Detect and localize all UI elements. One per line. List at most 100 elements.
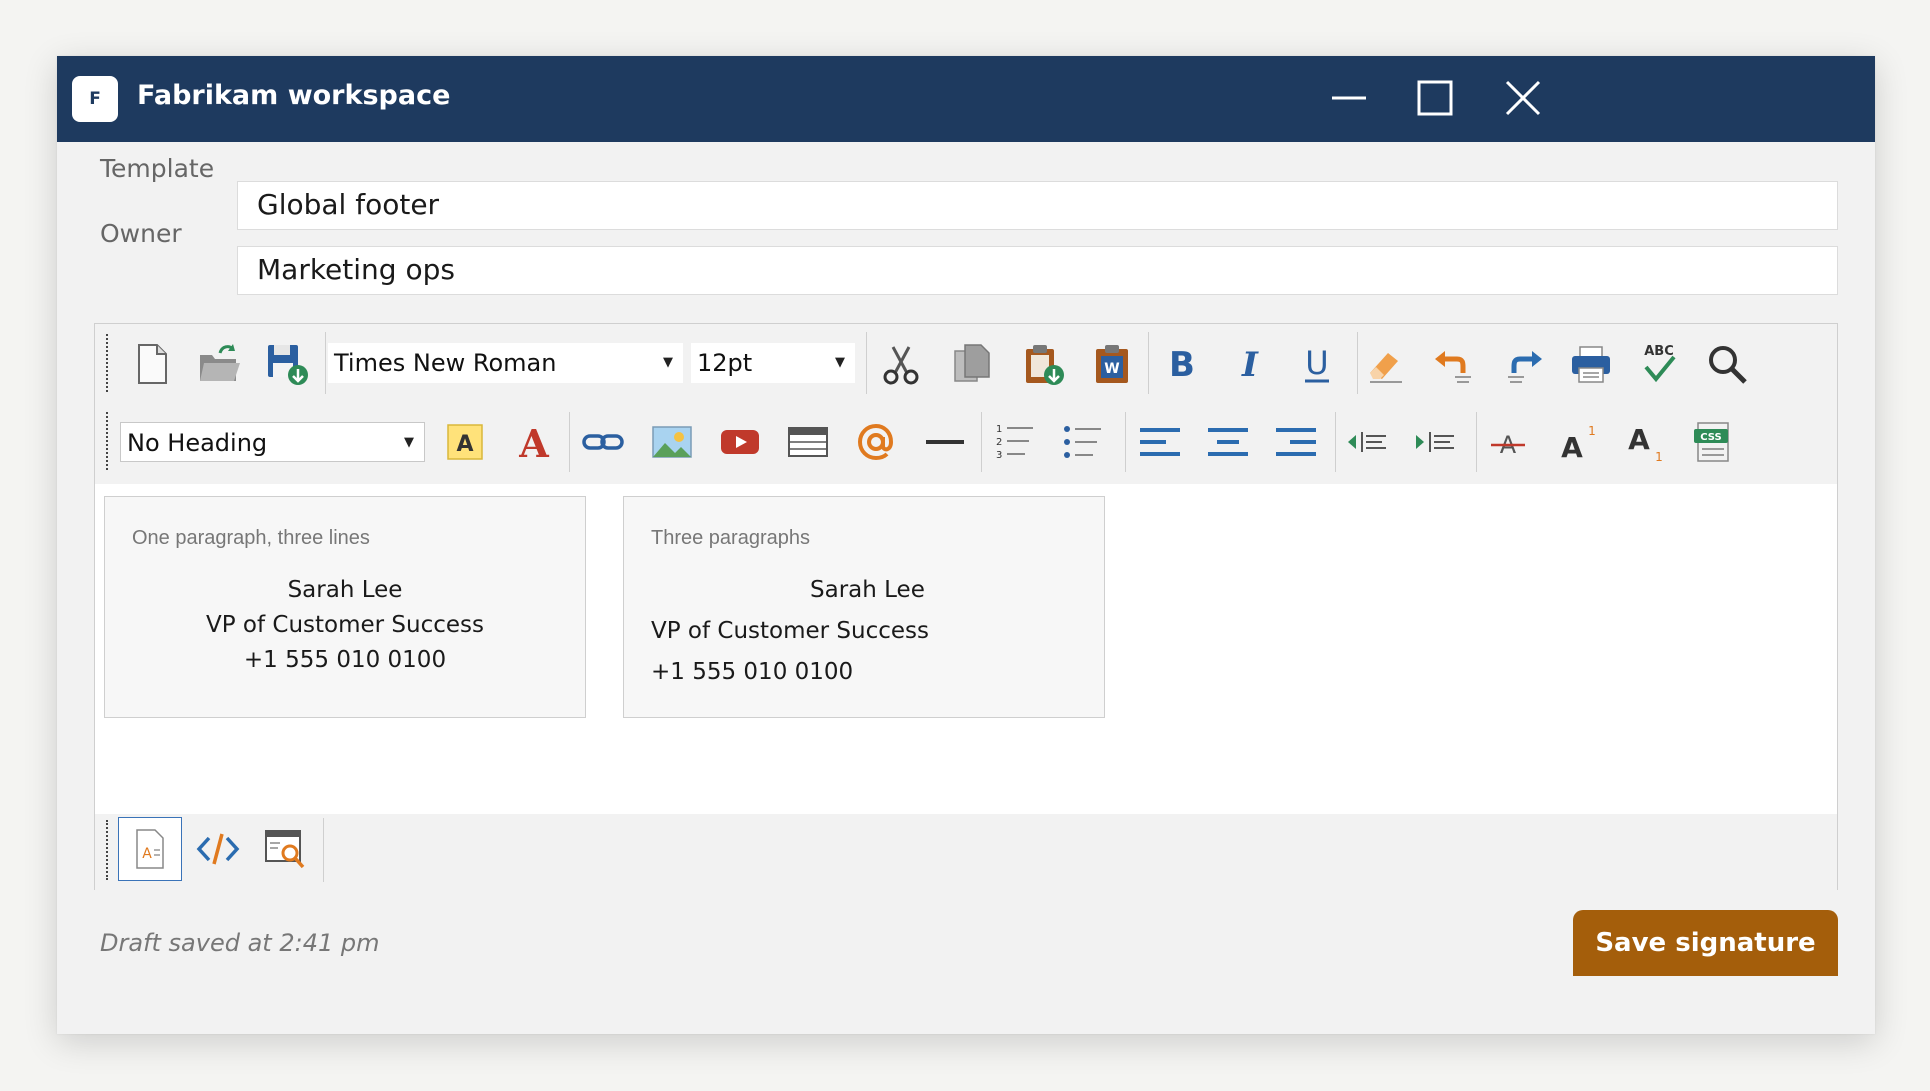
css-class-button[interactable]: CSS (1689, 418, 1737, 466)
status-text: Draft saved at 2:41 pm (100, 929, 380, 957)
toolbar-grip[interactable] (106, 412, 108, 470)
align-right-button[interactable] (1272, 418, 1320, 466)
redo-button[interactable] (1499, 340, 1547, 388)
close-button[interactable] (1499, 74, 1547, 122)
new-document-button[interactable] (128, 340, 176, 388)
align-center-icon (1208, 428, 1248, 456)
numbered-list-button[interactable]: 1 2 3 (990, 418, 1038, 466)
undo-button[interactable] (1430, 340, 1478, 388)
outdent-button[interactable] (1343, 418, 1391, 466)
font-size-select[interactable]: 12pt ▼ (691, 343, 855, 383)
code-icon (196, 833, 240, 865)
design-mode-button[interactable]: A (118, 817, 182, 881)
window-title: Fabrikam workspace (137, 80, 451, 111)
font-color-button[interactable]: A (510, 418, 558, 466)
insert-image-button[interactable] (648, 418, 696, 466)
title-bar: F Fabrikam workspace (57, 56, 1875, 142)
minimize-icon (1332, 96, 1366, 100)
card-line-phone: +1 555 010 0100 (651, 659, 854, 685)
font-family-select[interactable]: Times New Roman ▼ (328, 343, 683, 383)
print-button[interactable] (1567, 340, 1615, 388)
maximize-button[interactable] (1411, 74, 1459, 122)
insert-link-button[interactable] (579, 418, 627, 466)
at-sign-icon (857, 423, 894, 461)
underline-button[interactable]: U (1293, 340, 1341, 388)
bullet-list-button[interactable] (1058, 418, 1106, 466)
bold-button[interactable]: B (1158, 340, 1206, 388)
link-icon (582, 434, 624, 450)
svg-text:2: 2 (996, 437, 1002, 448)
insert-table-button[interactable] (784, 418, 832, 466)
cut-button[interactable] (877, 340, 925, 388)
insert-video-button[interactable] (716, 418, 764, 466)
highlight-glyph: A (456, 432, 473, 457)
card-caption: Three paragraphs (651, 527, 810, 549)
subscript-button[interactable]: A 1 (1620, 418, 1668, 466)
copy-icon (954, 344, 990, 382)
find-button[interactable] (1703, 340, 1751, 388)
minimize-button[interactable] (1325, 74, 1373, 122)
horizontal-rule-button[interactable] (921, 418, 969, 466)
printer-icon (1572, 346, 1610, 383)
toolbar-separator (981, 412, 982, 472)
heading-value: No Heading (127, 429, 268, 457)
chevron-down-icon: ▼ (835, 355, 845, 370)
spell-check-button[interactable]: ABC (1635, 340, 1683, 388)
bold-glyph: B (1169, 345, 1195, 385)
signature-card-2[interactable]: Three paragraphs Sarah Lee VP of Custome… (623, 496, 1105, 718)
insert-email-button[interactable] (852, 418, 900, 466)
bullet-list-icon (1064, 426, 1101, 458)
italic-button[interactable]: I (1226, 340, 1274, 388)
paste-button[interactable] (1019, 340, 1067, 388)
highlight-icon: A (447, 424, 483, 460)
search-icon (1709, 346, 1747, 384)
word-glyph: W (1104, 361, 1119, 377)
superscript-button[interactable]: A 1 (1553, 418, 1601, 466)
app-window: F Fabrikam workspace Template Global foo… (57, 56, 1875, 1034)
strikethrough-button[interactable]: A (1484, 418, 1532, 466)
svg-text:1: 1 (996, 424, 1002, 435)
save-signature-button[interactable]: Save signature (1573, 910, 1838, 976)
template-input[interactable]: Global footer (237, 181, 1838, 230)
align-left-icon (1140, 428, 1180, 456)
template-label: Template (100, 154, 215, 183)
owner-input[interactable]: Marketing ops (237, 246, 1838, 295)
toolbar-separator (1148, 332, 1149, 394)
svg-text:3: 3 (996, 450, 1002, 461)
copy-button[interactable] (948, 340, 996, 388)
clear-format-button[interactable] (1361, 340, 1409, 388)
align-center-button[interactable] (1204, 418, 1252, 466)
italic-icon: I (1241, 345, 1259, 385)
toolbar-separator (1335, 412, 1336, 472)
paste-from-word-button[interactable]: W (1089, 340, 1137, 388)
rich-text-editor: Times New Roman ▼ 12pt ▼ W B I U ABC No … (94, 323, 1838, 890)
editor-content[interactable]: One paragraph, three lines Sarah Lee VP … (95, 484, 1837, 814)
scissors-icon (883, 346, 919, 385)
card-line-name: Sarah Lee (287, 577, 403, 603)
subscript-icon: A 1 (1628, 423, 1663, 464)
heading-select[interactable]: No Heading ▼ (120, 422, 425, 462)
chevron-down-icon: ▼ (663, 355, 673, 370)
align-left-button[interactable] (1136, 418, 1184, 466)
toolbar-row-2: No Heading ▼ A A 1 2 3 A A 1 A 1 CSS (95, 402, 1837, 484)
indent-button[interactable] (1411, 418, 1459, 466)
app-logo: F (72, 76, 118, 122)
chevron-down-icon: ▼ (404, 435, 414, 450)
open-button[interactable] (195, 340, 243, 388)
font-size-value: 12pt (697, 349, 753, 377)
signature-card-1[interactable]: One paragraph, three lines Sarah Lee VP … (104, 496, 586, 718)
svg-text:A: A (142, 846, 152, 862)
highlight-color-button[interactable]: A (441, 418, 489, 466)
paste-clipboard-icon (1026, 345, 1064, 385)
table-icon (788, 427, 828, 457)
toolbar-separator (569, 412, 570, 472)
save-button[interactable] (263, 340, 311, 388)
spell-glyph: ABC (1644, 344, 1674, 359)
font-color-icon: A (518, 421, 549, 465)
preview-mode-button[interactable] (253, 817, 317, 881)
toolbar-grip[interactable] (106, 820, 108, 880)
owner-label: Owner (100, 219, 182, 248)
underline-icon: U (1305, 344, 1329, 383)
toolbar-grip[interactable] (106, 334, 108, 392)
html-mode-button[interactable] (186, 817, 250, 881)
